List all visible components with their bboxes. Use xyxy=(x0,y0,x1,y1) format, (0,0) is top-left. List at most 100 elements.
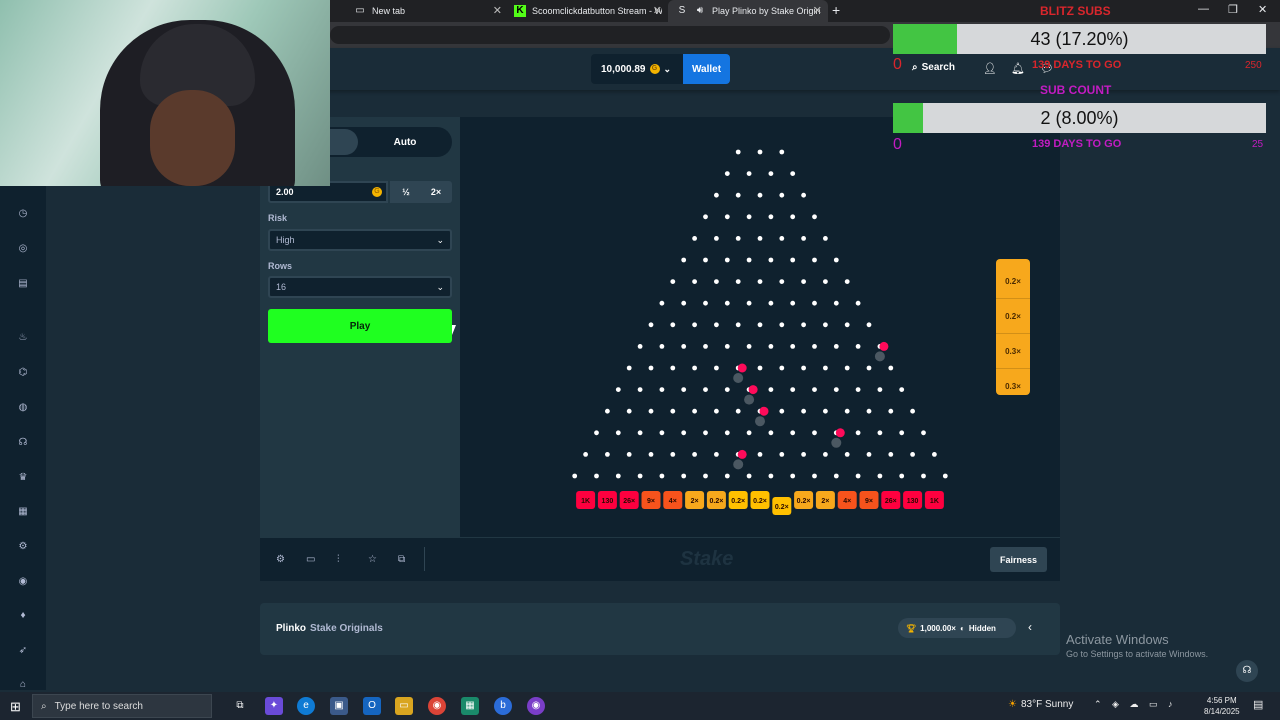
peg xyxy=(724,473,730,479)
sub-goal-title: SUB COUNT xyxy=(1040,83,1112,97)
headset-icon[interactable]: ☊ xyxy=(16,436,30,450)
multiplier-label: 1K xyxy=(581,498,590,505)
speaker-icon[interactable]: 🔊︎ xyxy=(694,5,706,17)
rocket-icon[interactable]: ➶ xyxy=(16,644,30,658)
language-icon[interactable]: ⌂ xyxy=(16,678,30,692)
store-icon[interactable]: ▣ xyxy=(330,697,348,715)
recent-result: 0.2× xyxy=(996,265,1030,299)
browser-app-icon[interactable]: b xyxy=(494,697,512,715)
fairness-button[interactable]: Fairness xyxy=(990,547,1047,572)
tab-new-tab[interactable]: ▭ New tab ✕ xyxy=(346,0,508,22)
tab-plinko[interactable]: S 🔊︎ Play Plinko by Stake Originals ✕ xyxy=(668,0,828,22)
close-tab-icon[interactable]: ✕ xyxy=(653,0,662,22)
peg xyxy=(779,408,785,414)
peg xyxy=(648,322,654,328)
chevron-left-icon[interactable]: ‹ xyxy=(1028,620,1032,634)
copilot-icon[interactable]: ✦ xyxy=(265,697,283,715)
max-win-badge[interactable]: 🏆︎ 1,000.00× ◐ Hidden xyxy=(898,618,1016,638)
globe-icon[interactable]: ◍ xyxy=(16,401,30,415)
restore-button[interactable]: ❐ xyxy=(1228,3,1238,16)
double-bet-button[interactable]: 2× xyxy=(420,181,452,203)
outlook-icon[interactable]: O xyxy=(363,697,381,715)
clock[interactable]: 4:56 PM 8/14/2025 xyxy=(1204,695,1240,717)
fire-icon[interactable]: ♨ xyxy=(16,331,30,345)
peg xyxy=(703,300,708,306)
risk-select[interactable]: High ⌄ xyxy=(268,229,452,251)
balance-selector[interactable]: 10,000.89 G ⌄ xyxy=(591,54,683,84)
peg xyxy=(812,344,817,349)
play-button[interactable]: Play xyxy=(268,309,452,343)
peg xyxy=(703,344,708,349)
live-support-icon[interactable]: ☊ xyxy=(1236,660,1258,682)
search-button[interactable]: ⌕ Search xyxy=(912,62,955,73)
url-field[interactable] xyxy=(330,26,890,44)
new-tab-button[interactable]: + xyxy=(832,2,840,18)
theatre-mode-icon[interactable]: ▭ xyxy=(306,554,315,565)
notification-center-icon[interactable]: ▤ xyxy=(1253,698,1263,711)
settings-icon[interactable]: ⚙ xyxy=(276,554,285,565)
peg xyxy=(648,408,654,414)
multiplier-slot: 0.2× xyxy=(794,491,814,509)
settings-icon[interactable]: ⚙ xyxy=(16,540,30,554)
peg xyxy=(844,279,850,284)
multiplier-slot: 2× xyxy=(685,491,705,509)
peg xyxy=(746,473,752,479)
peg xyxy=(812,300,817,306)
peg xyxy=(768,344,774,349)
peg xyxy=(681,344,687,349)
close-window-button[interactable]: ✕ xyxy=(1258,3,1267,16)
multiplier-label: 26× xyxy=(623,498,635,505)
peg xyxy=(714,322,719,328)
half-bet-button[interactable]: ½ xyxy=(390,181,422,203)
stats-icon[interactable]: ⫶ xyxy=(337,554,340,565)
taskbar-search-placeholder: Type here to search xyxy=(54,700,143,712)
system-tray-icons[interactable]: ⌃ ◈ ☁ ▭ ♪ xyxy=(1094,699,1176,710)
list-icon[interactable]: ▤ xyxy=(16,277,30,291)
peg xyxy=(812,430,817,436)
close-tab-icon[interactable]: ✕ xyxy=(493,0,502,22)
weather-widget[interactable]: ☀ 83°F Sunny xyxy=(1008,699,1073,710)
sub-goal-min: 0 xyxy=(893,136,902,153)
rows-select[interactable]: 16 ⌄ xyxy=(268,276,452,298)
chevron-down-icon: ⌄ xyxy=(436,282,444,292)
crown-icon[interactable]: ♛ xyxy=(16,471,30,485)
peg xyxy=(637,430,643,436)
peg xyxy=(823,408,828,414)
chrome-icon[interactable]: ◉ xyxy=(428,697,446,715)
user-icon[interactable]: 👤︎ xyxy=(983,62,997,75)
chrome-profile-icon[interactable]: ◉ xyxy=(527,697,545,715)
peg xyxy=(768,257,774,263)
gift-icon[interactable]: ▦ xyxy=(16,505,30,519)
wallet-button[interactable]: Wallet xyxy=(683,54,730,84)
multiplier-slot: 130 xyxy=(903,491,923,509)
flame-icon[interactable]: ♦ xyxy=(16,609,30,623)
app-icon[interactable]: ▦ xyxy=(461,697,479,715)
close-tab-icon[interactable]: ✕ xyxy=(813,0,822,22)
peg-hit-glow xyxy=(755,416,765,427)
notification-icon[interactable]: 🔔︎ xyxy=(1011,62,1025,75)
multiplier-slot: 0.2× xyxy=(772,497,792,515)
peg xyxy=(855,344,861,349)
support-icon[interactable]: ◉ xyxy=(16,575,30,589)
windows-start-icon[interactable]: ⊞ xyxy=(10,699,21,715)
star-icon[interactable]: ☆ xyxy=(368,554,377,565)
auto-mode-tab[interactable]: Auto xyxy=(358,129,452,155)
peg xyxy=(659,473,665,479)
tag-icon[interactable]: ⌬ xyxy=(16,366,30,380)
tab-kick-stream[interactable]: K Scoomclickdatbutton Stream - W ✕ xyxy=(506,0,668,22)
history-icon[interactable]: ◷ xyxy=(16,207,30,221)
taskbar-search[interactable]: ⌕ Type here to search xyxy=(32,694,212,718)
task-view-icon[interactable]: ⧉ xyxy=(231,697,249,715)
peg xyxy=(746,257,752,263)
multiplier-label: 9× xyxy=(865,498,873,505)
target-icon[interactable]: ◎ xyxy=(16,242,30,256)
game-category[interactable]: Stake Originals xyxy=(310,623,383,634)
plinko-ball xyxy=(737,363,747,373)
peg xyxy=(801,322,806,328)
peg xyxy=(790,473,796,479)
minimize-button[interactable]: — xyxy=(1198,3,1209,15)
edge-icon[interactable]: e xyxy=(297,697,315,715)
multiplier-label: 2× xyxy=(691,498,699,505)
file-explorer-icon[interactable]: ▭ xyxy=(395,697,413,715)
popout-icon[interactable]: ⧉ xyxy=(398,554,405,565)
